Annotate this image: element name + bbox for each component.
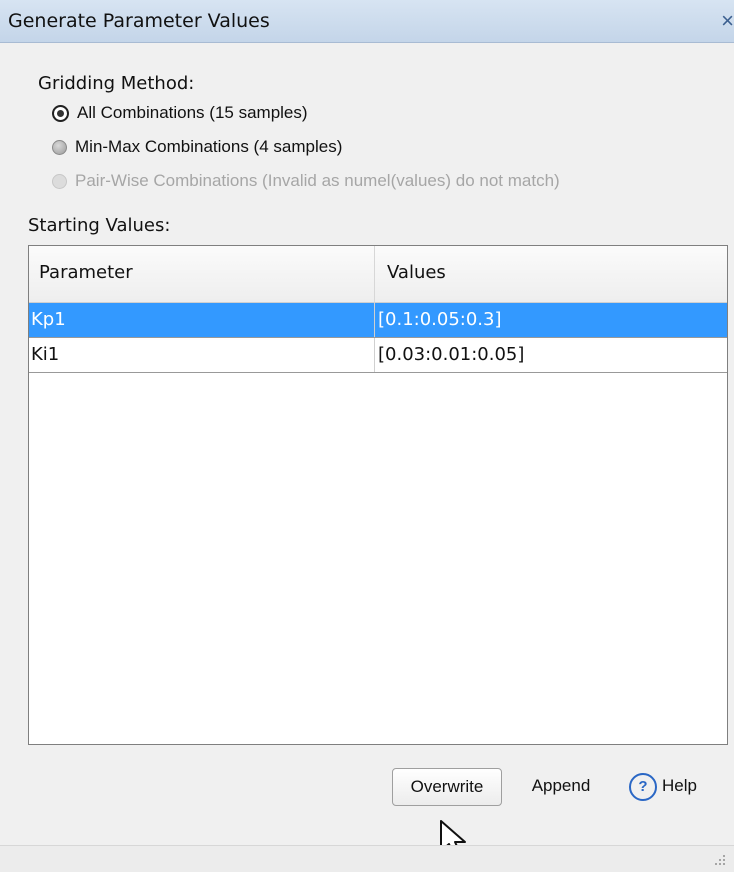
parameter-column-header[interactable]: Parameter [39,262,133,283]
status-bar [0,845,734,872]
row-separator [374,338,375,372]
help-button[interactable]: ? Help [622,768,704,804]
resize-grip-icon[interactable] [714,854,726,866]
starting-values-table: Parameter Values Kp1 [0.1:0.05:0.3] Ki1 … [28,245,728,745]
append-button[interactable]: Append [521,768,601,804]
radio-disabled-icon [52,174,67,190]
row-separator [374,303,375,337]
overwrite-button[interactable]: Overwrite [392,768,502,806]
dialog-content: Gridding Method: All Combinations (15 sa… [0,43,734,872]
values-cell[interactable]: [0.1:0.05:0.3] [378,309,502,330]
help-label: Help [662,776,697,795]
window-title: Generate Parameter Values [8,10,270,32]
values-cell[interactable]: [0.03:0.01:0.05] [378,344,524,365]
parameter-cell[interactable]: Kp1 [31,309,66,330]
parameter-cell[interactable]: Ki1 [31,344,59,365]
radio-all-combinations[interactable]: All Combinations (15 samples) [52,103,308,123]
table-row-ki1[interactable]: Ki1 [0.03:0.01:0.05] [29,338,727,373]
radio-label: Pair-Wise Combinations (Invalid as numel… [75,171,560,190]
radio-label: Min-Max Combinations (4 samples) [75,137,343,156]
table-row-kp1[interactable]: Kp1 [0.1:0.05:0.3] [29,303,727,338]
gridding-method-label: Gridding Method: [38,73,195,94]
radio-selected-icon [52,105,69,123]
title-bar: Generate Parameter Values × [0,0,734,43]
radio-min-max-combinations[interactable]: Min-Max Combinations (4 samples) [52,137,342,157]
radio-label: All Combinations (15 samples) [77,103,308,122]
help-icon: ? [629,772,658,801]
column-separator [374,246,375,302]
close-icon[interactable]: × [716,8,734,34]
radio-icon [52,140,67,156]
starting-values-label: Starting Values: [28,215,171,236]
radio-pair-wise-combinations: Pair-Wise Combinations (Invalid as numel… [52,171,560,191]
values-column-header[interactable]: Values [387,262,446,283]
table-header: Parameter Values [29,246,727,303]
